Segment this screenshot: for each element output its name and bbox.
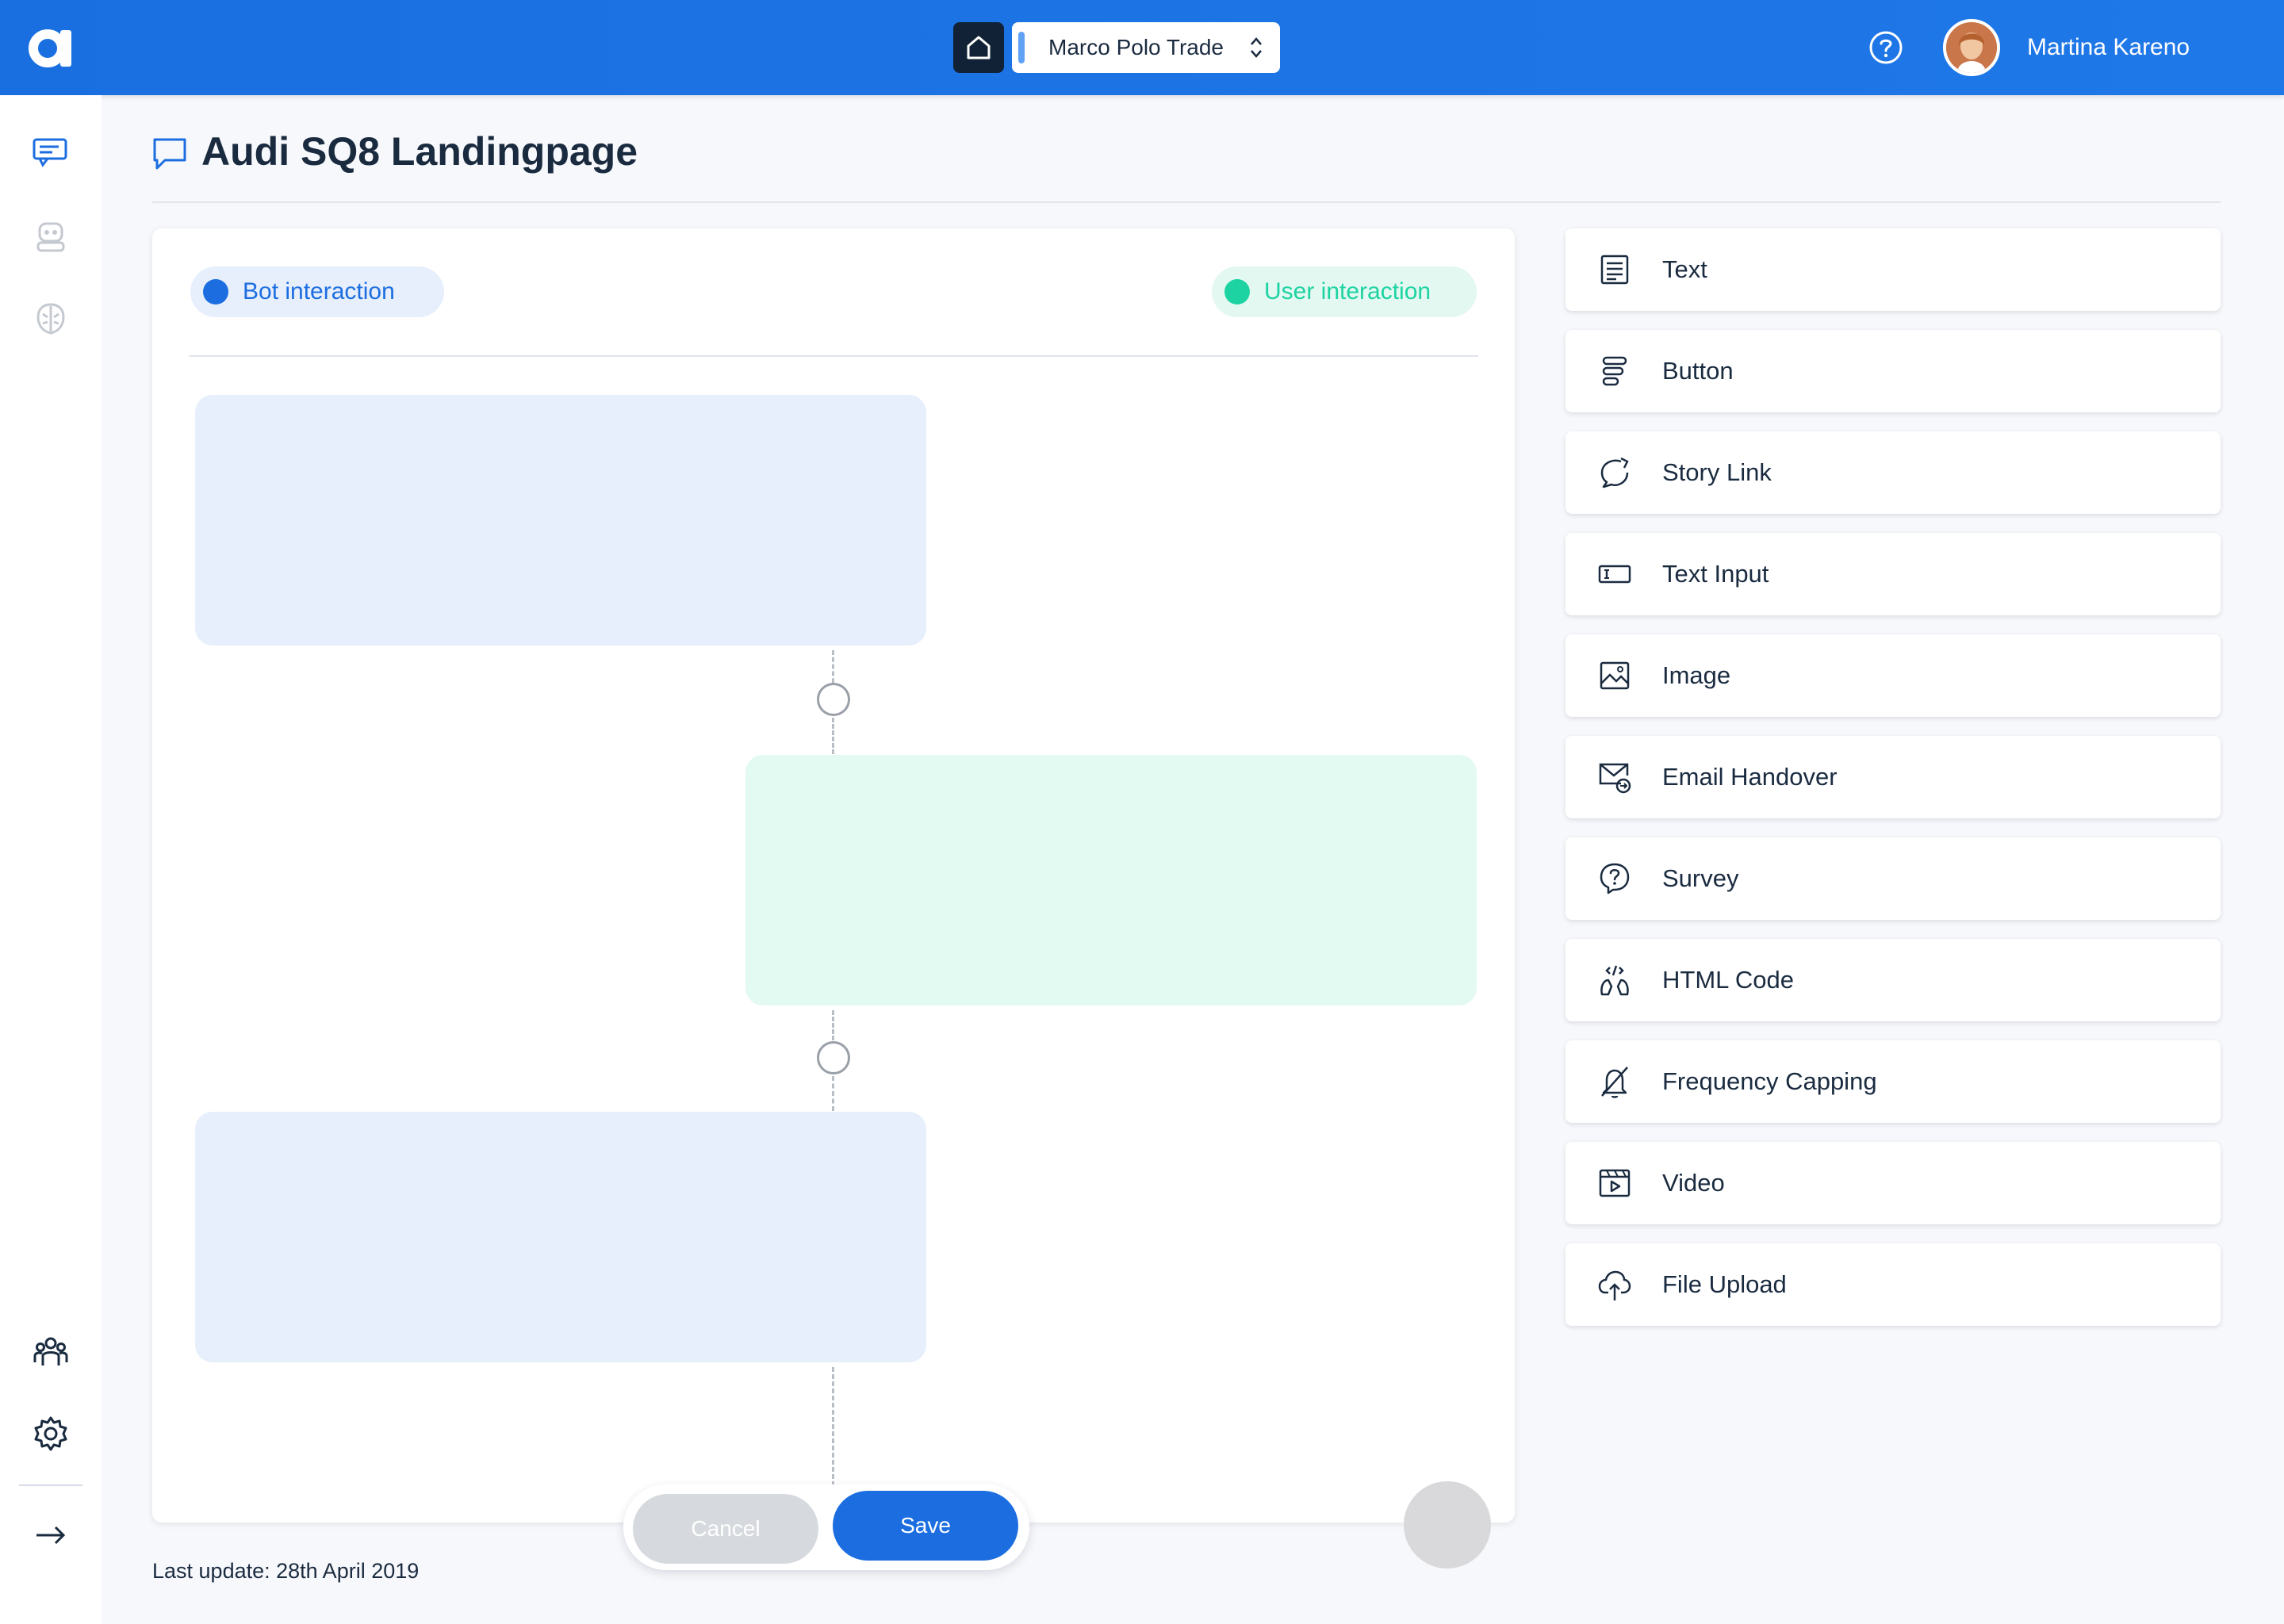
legend-user-interaction: User interaction — [1212, 266, 1477, 317]
app-logo-icon[interactable] — [25, 24, 75, 71]
save-button[interactable]: Save — [833, 1491, 1018, 1561]
palette-item-email-handover[interactable]: Email Handover — [1565, 736, 2221, 818]
team-icon[interactable] — [32, 1332, 70, 1370]
home-button[interactable] — [953, 22, 1004, 73]
floating-action-button[interactable] — [1404, 1481, 1491, 1568]
chevron-updown-icon — [1251, 37, 1262, 58]
top-bar: Marco Polo Trade Martina Kareno — [0, 0, 2284, 95]
palette-item-label: File Upload — [1662, 1270, 1787, 1298]
avatar[interactable] — [1943, 19, 2000, 76]
button-icon — [1602, 356, 1627, 386]
legend-bot-interaction: Bot interaction — [190, 266, 444, 317]
company-selector-label: Marco Polo Trade — [1048, 35, 1224, 59]
palette-item-label: Button — [1662, 357, 1734, 385]
home-icon — [967, 36, 991, 59]
company-color-marker — [1018, 32, 1025, 63]
flow-node[interactable] — [817, 683, 850, 716]
action-bar: Cancel Save — [623, 1484, 1029, 1570]
bot-icon[interactable] — [32, 217, 70, 255]
avatar-image — [1946, 22, 1997, 73]
story-link-icon — [1600, 457, 1629, 488]
palette-item-label: Text Input — [1662, 560, 1769, 588]
palette-item-text[interactable]: Text — [1565, 228, 2221, 311]
file-upload-icon — [1598, 1270, 1631, 1300]
legend-user-label: User interaction — [1264, 278, 1431, 304]
email-handover-icon — [1599, 763, 1631, 794]
user-name[interactable]: Martina Kareno — [2027, 34, 2190, 61]
frequency-capping-icon — [1601, 1067, 1628, 1098]
flow-node[interactable] — [817, 1041, 850, 1074]
palette-item-label: Survey — [1662, 864, 1739, 892]
palette-item-file-upload[interactable]: File Upload — [1565, 1243, 2221, 1326]
sidebar — [0, 95, 102, 1624]
stories-icon[interactable] — [32, 135, 70, 173]
palette-item-label: Image — [1662, 661, 1731, 689]
flow-connector — [832, 1367, 834, 1486]
help-icon[interactable] — [1868, 30, 1903, 65]
user-interaction-block[interactable] — [745, 755, 1477, 1005]
palette-item-survey[interactable]: Survey — [1565, 837, 2221, 920]
cancel-button[interactable]: Cancel — [633, 1494, 818, 1564]
title-divider — [152, 201, 2221, 203]
palette-item-label: Video — [1662, 1169, 1725, 1197]
chat-bubble-icon — [153, 138, 186, 170]
bot-interaction-block[interactable] — [195, 395, 926, 645]
company-selector[interactable]: Marco Polo Trade — [1012, 22, 1280, 73]
page-title: Audi SQ8 Landingpage — [201, 129, 638, 174]
user-dot-icon — [1224, 279, 1250, 304]
palette-item-button[interactable]: Button — [1565, 330, 2221, 412]
palette-item-label: Text — [1662, 255, 1707, 283]
story-canvas: Bot interaction User interaction — [152, 228, 1515, 1522]
palette-item-video[interactable]: Video — [1565, 1142, 2221, 1224]
text-icon — [1600, 255, 1629, 285]
palette-item-story-link[interactable]: Story Link — [1565, 431, 2221, 514]
settings-gear-icon[interactable] — [32, 1415, 70, 1453]
html-code-icon — [1600, 965, 1629, 996]
palette-item-frequency-capping[interactable]: Frequency Capping — [1565, 1040, 2221, 1123]
canvas-divider — [189, 355, 1478, 357]
palette-item-label: Email Handover — [1662, 763, 1838, 791]
sidebar-divider — [19, 1484, 82, 1486]
survey-icon — [1600, 863, 1630, 894]
bot-dot-icon — [203, 279, 228, 304]
image-icon — [1600, 661, 1630, 690]
legend-bot-label: Bot interaction — [243, 278, 395, 304]
text-input-icon — [1598, 565, 1631, 584]
video-icon — [1599, 1169, 1631, 1197]
arrow-right-icon[interactable] — [32, 1516, 70, 1554]
brain-icon[interactable] — [32, 300, 70, 338]
palette-item-image[interactable]: Image — [1565, 634, 2221, 717]
palette-item-html-code[interactable]: HTML Code — [1565, 939, 2221, 1021]
palette-item-text-input[interactable]: Text Input — [1565, 533, 2221, 615]
palette-item-label: Story Link — [1662, 458, 1772, 486]
bot-interaction-block[interactable] — [195, 1112, 926, 1362]
flow-connector — [832, 1076, 834, 1111]
palette-item-label: HTML Code — [1662, 966, 1794, 994]
flow-connector — [832, 718, 834, 754]
palette-item-label: Frequency Capping — [1662, 1067, 1877, 1095]
last-update-text: Last update: 28th April 2019 — [152, 1559, 420, 1583]
